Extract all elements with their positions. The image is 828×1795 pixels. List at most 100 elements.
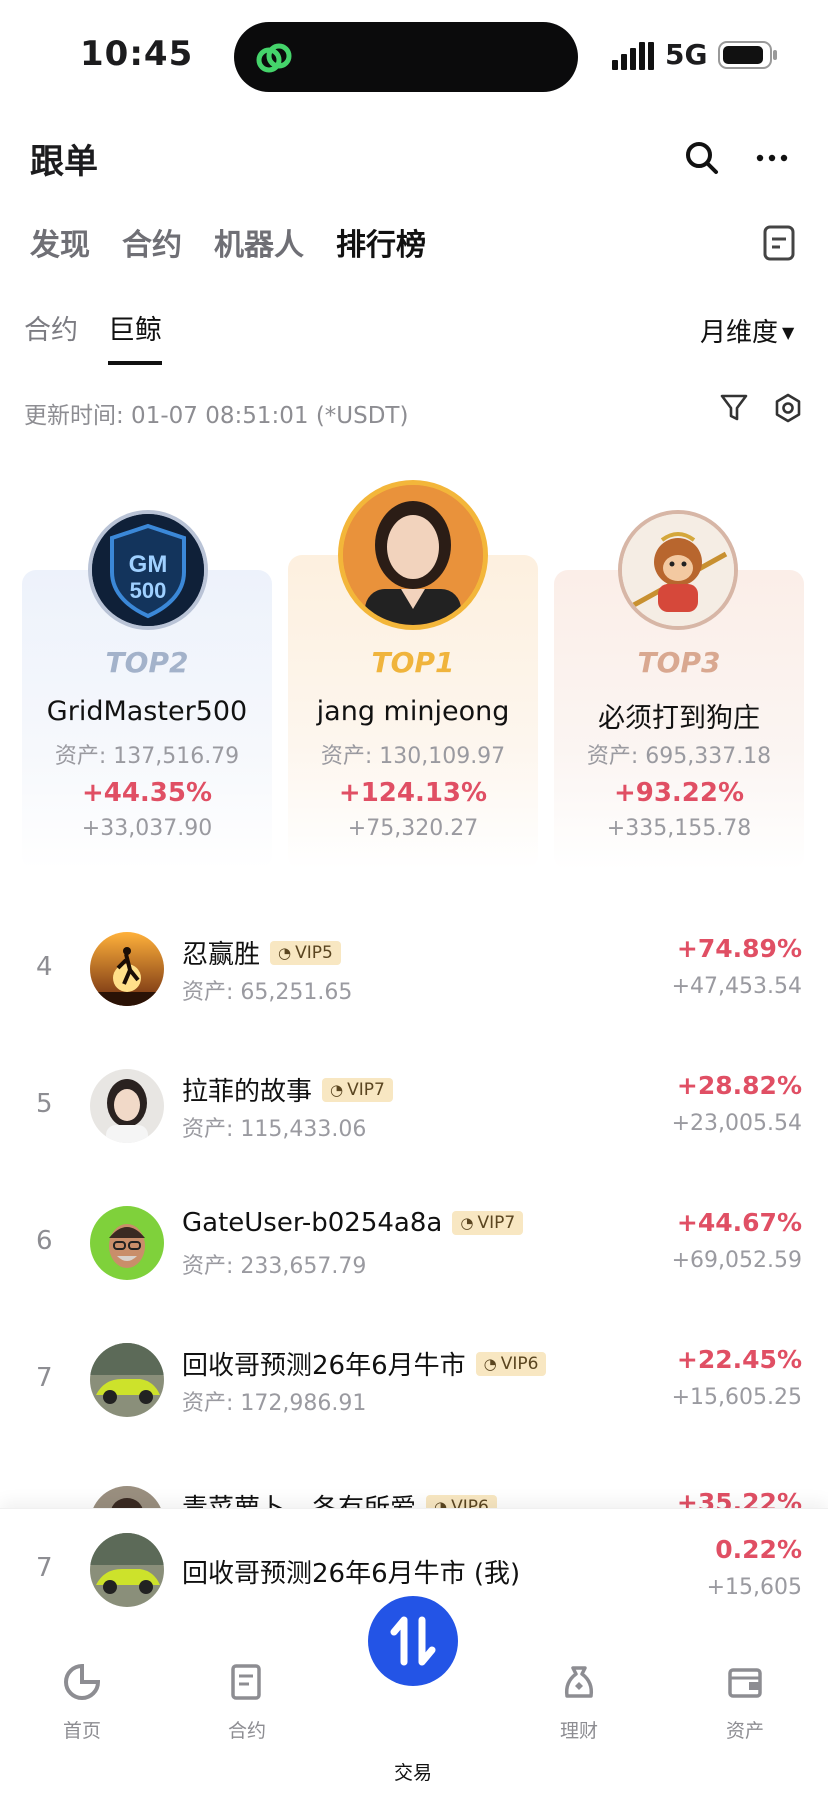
swap-arrows-icon <box>390 1616 436 1666</box>
asset-top1: 资产: 130,109.97 <box>320 744 506 769</box>
roi-top1: +124.13% <box>338 778 488 808</box>
sub-tabs: 合约 巨鲸 <box>24 308 162 365</box>
tab-discover[interactable]: 发现 <box>30 220 90 264</box>
trader-name-top2[interactable]: GridMaster500 <box>22 696 272 727</box>
subtab-whale[interactable]: 巨鲸 <box>108 308 162 365</box>
trader-name[interactable]: 拉菲的故事 <box>182 1071 312 1108</box>
battery-icon <box>718 41 777 69</box>
pnl: +69,052.59 <box>671 1248 802 1273</box>
svg-text:500: 500 <box>130 578 167 603</box>
subtab-contract[interactable]: 合约 <box>24 308 78 365</box>
home-icon <box>64 1663 101 1700</box>
update-time: 更新时间: 01-07 08:51:01 (*USDT) <box>24 403 409 429</box>
rank-number: 7 <box>36 1363 53 1393</box>
list-item[interactable]: 5 拉菲的故事 ◔ VIP7 资产: 115,433.06 +28.82% +23… <box>0 1049 828 1159</box>
roi: +28.82% <box>676 1071 802 1100</box>
vip-level: VIP5 <box>295 942 333 963</box>
monkey-cartoon-icon <box>622 514 734 626</box>
avatar-top2[interactable]: GM 500 <box>88 510 208 630</box>
car-photo-icon <box>90 1533 164 1607</box>
period-label: 月维度 <box>700 318 779 348</box>
asset: 资产: 65,251.65 <box>182 980 353 1005</box>
roi: +35.22% <box>676 1488 802 1510</box>
trader-name[interactable]: GateUser-b0254a8a <box>182 1208 442 1238</box>
asset: 资产: 172,986.91 <box>182 1391 367 1416</box>
car-photo-icon <box>90 1343 164 1417</box>
svg-text:GM: GM <box>129 551 168 578</box>
search-icon[interactable] <box>682 138 722 178</box>
nav-contract[interactable]: 合约 <box>192 1652 302 1743</box>
period-dropdown[interactable]: 月维度 ▼ <box>700 312 794 349</box>
list-item[interactable]: 7 回收哥预测26年6月牛市 ◔ VIP6 资产: 172,986.91 +22.… <box>0 1323 828 1433</box>
avatar <box>90 1343 164 1417</box>
pnl: +23,005.54 <box>671 1111 802 1136</box>
more-icon[interactable] <box>752 138 792 178</box>
list-item[interactable]: 6 GateUser-b0254a8a ◔ VIP7 资产: 233,657.79… <box>0 1186 828 1296</box>
vip-level: VIP7 <box>477 1213 516 1233</box>
name-line: 青菜萝卜，各有所爱 ◔ VIP6 <box>182 1488 497 1510</box>
roi: +22.45% <box>676 1345 802 1374</box>
wallet-icon <box>728 1668 762 1698</box>
dynamic-island <box>234 22 578 92</box>
trade-button[interactable] <box>368 1596 458 1686</box>
trader-name-top1[interactable]: jang minjeong <box>288 696 538 727</box>
rank-label-top3: TOP3 <box>637 646 721 679</box>
avatar <box>90 1206 164 1280</box>
person-photo-icon <box>90 1069 164 1143</box>
list-item-partial[interactable]: 青菜萝卜，各有所爱 ◔ VIP6 +35.22% <box>0 1478 828 1510</box>
person-photo-icon <box>90 1486 164 1510</box>
money-bag-icon <box>564 1666 594 1698</box>
vip-badge: ◔ VIP5 <box>270 940 341 965</box>
rank-number: 7 <box>36 1553 53 1583</box>
status-bar: 10:45 5G <box>0 0 828 100</box>
filter-icon[interactable] <box>718 392 750 424</box>
rank-label-top1: TOP1 <box>371 646 455 679</box>
vip-logo-icon: ◔ <box>460 1214 474 1232</box>
avatar <box>90 1069 164 1143</box>
asset-top2: 资产: 137,516.79 <box>54 744 240 769</box>
nav-assets-label: 资产 <box>725 1720 764 1742</box>
network-type: 5G <box>665 38 708 71</box>
name-line: 回收哥预测26年6月牛市 ◔ VIP6 <box>182 1345 547 1382</box>
avatar-top1[interactable] <box>338 480 488 630</box>
contract-icon <box>231 1664 261 1700</box>
trader-name[interactable]: 青菜萝卜，各有所爱 <box>182 1488 416 1510</box>
trader-name-top3[interactable]: 必须打到狗庄 <box>554 696 804 735</box>
name-line: 忍赢胜 ◔ VIP5 <box>182 934 341 971</box>
avatar <box>90 1533 164 1607</box>
tab-contract[interactable]: 合约 <box>122 220 182 264</box>
chevron-down-icon: ▼ <box>782 323 795 342</box>
tab-bot[interactable]: 机器人 <box>214 220 304 264</box>
nav-assets[interactable]: 资产 <box>690 1652 800 1743</box>
list-item[interactable]: 4 忍赢胜 ◔ VIP5 资产: 65,251.65 +74.89% +47,45… <box>0 912 828 1022</box>
my-pnl: +15,605 <box>706 1575 802 1600</box>
pnl-top3: +335,155.78 <box>606 816 752 841</box>
nav-earn-label: 理财 <box>559 1720 598 1742</box>
tab-leaderboard[interactable]: 排行榜 <box>336 220 426 264</box>
sunset-runner-icon <box>90 932 164 1006</box>
vip-logo-icon: ◔ <box>278 943 292 962</box>
roi-top2: +44.35% <box>81 778 213 808</box>
roi-top3: +93.22% <box>613 778 745 808</box>
pnl: +15,605.25 <box>671 1385 802 1410</box>
asset-top3: 资产: 695,337.18 <box>586 744 772 769</box>
nav-home[interactable]: 首页 <box>27 1652 137 1743</box>
rank-label-top2: TOP2 <box>105 646 189 679</box>
pnl-top1: +75,320.27 <box>347 816 479 841</box>
report-icon[interactable] <box>762 224 796 262</box>
rank-number: 6 <box>36 1226 53 1256</box>
avatar-top3[interactable] <box>618 510 738 630</box>
asset: 资产: 115,433.06 <box>182 1117 367 1142</box>
vip-badge: ◔ VIP6 <box>475 1351 547 1376</box>
settings-icon[interactable] <box>772 392 804 424</box>
nav-trade[interactable]: 交易 <box>358 1680 468 1785</box>
nav-trade-label: 交易 <box>393 1762 432 1784</box>
nav-earn[interactable]: 理财 <box>524 1652 634 1743</box>
trader-name[interactable]: 回收哥预测26年6月牛市 <box>182 1345 466 1382</box>
trader-name[interactable]: 忍赢胜 <box>182 934 260 971</box>
signal-icon <box>612 42 654 70</box>
person-photo-icon <box>343 485 483 625</box>
main-tabs: 发现 合约 机器人 排行榜 <box>30 220 426 264</box>
rank-number: 5 <box>36 1089 53 1119</box>
status-time: 10:45 <box>80 34 194 74</box>
